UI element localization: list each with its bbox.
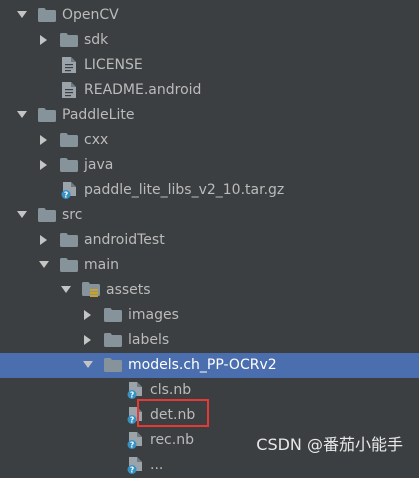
- unknown-file-icon: ?: [60, 181, 78, 199]
- tree-row[interactable]: ? paddle_lite_libs_v2_10.tar.gz: [0, 178, 419, 203]
- tree-item-label: assets: [106, 282, 151, 298]
- svg-text:?: ?: [130, 415, 134, 424]
- expand-arrow-right-icon[interactable]: [39, 235, 49, 245]
- folder-icon: [60, 257, 78, 273]
- expand-arrow-down-icon[interactable]: [17, 10, 27, 20]
- tree-item-label: java: [84, 157, 114, 173]
- folder-icon: [60, 157, 78, 173]
- unknown-file-icon: ?: [126, 456, 144, 474]
- tree-row[interactable]: java: [0, 153, 419, 178]
- expand-arrow-right-icon[interactable]: [39, 160, 49, 170]
- tree-item-label: LICENSE: [84, 57, 143, 73]
- tree-row[interactable]: sdk: [0, 28, 419, 53]
- folder-icon: [38, 207, 56, 223]
- tree-item-label: cxx: [84, 132, 109, 148]
- tree-item-label: sdk: [84, 32, 109, 48]
- folder-icon: [38, 107, 56, 123]
- text-file-icon: [60, 57, 78, 73]
- tree-row[interactable]: ? cls.nb: [0, 378, 419, 403]
- folder-icon: [60, 232, 78, 248]
- expand-arrow-down-icon[interactable]: [61, 285, 71, 295]
- svg-text:?: ?: [130, 440, 134, 449]
- folder-icon: [38, 7, 56, 23]
- svg-text:?: ?: [64, 190, 68, 199]
- tree-item-label: rec.nb: [150, 432, 194, 448]
- expand-arrow-down-icon[interactable]: [83, 360, 93, 370]
- tree-item-label: models.ch_PP-OCRv2: [128, 357, 277, 373]
- svg-text:?: ?: [130, 390, 134, 399]
- expand-arrow-right-icon[interactable]: [39, 35, 49, 45]
- tree-item-label: androidTest: [84, 232, 165, 248]
- tree-item-label: src: [62, 207, 83, 223]
- watermark: CSDN @番茄小能手: [256, 435, 403, 454]
- expand-arrow-right-icon[interactable]: [83, 335, 93, 345]
- assets-folder-icon: [82, 282, 100, 298]
- tree-item-label: paddle_lite_libs_v2_10.tar.gz: [84, 182, 285, 198]
- unknown-file-icon: ?: [126, 431, 144, 449]
- expand-arrow-right-icon[interactable]: [83, 310, 93, 320]
- expand-arrow-down-icon[interactable]: [17, 110, 27, 120]
- folder-icon: [104, 307, 122, 323]
- tree-row[interactable]: images: [0, 303, 419, 328]
- svg-text:?: ?: [130, 465, 134, 474]
- tree-item-label: OpenCV: [62, 7, 119, 23]
- unknown-file-icon: ?: [126, 381, 144, 399]
- tree-row[interactable]: main: [0, 253, 419, 278]
- tree-item-label: README.android: [84, 82, 202, 98]
- tree-row[interactable]: OpenCV: [0, 3, 419, 28]
- expand-arrow-down-icon[interactable]: [17, 210, 27, 220]
- folder-icon: [104, 357, 122, 373]
- expand-arrow-down-icon[interactable]: [39, 260, 49, 270]
- folder-icon: [60, 32, 78, 48]
- tree-item-label: PaddleLite: [62, 107, 135, 123]
- tree-item-label: main: [84, 257, 119, 273]
- tree-row[interactable]: src: [0, 203, 419, 228]
- tree-row[interactable]: androidTest: [0, 228, 419, 253]
- text-file-icon: [60, 82, 78, 98]
- tree-row[interactable]: assets: [0, 278, 419, 303]
- tree-row[interactable]: PaddleLite: [0, 103, 419, 128]
- highlight-box: [137, 399, 209, 427]
- tree-item-label: ...: [150, 457, 164, 473]
- expand-arrow-right-icon[interactable]: [39, 135, 49, 145]
- tree-row[interactable]: models.ch_PP-OCRv2: [0, 353, 419, 378]
- folder-icon: [60, 132, 78, 148]
- tree-row[interactable]: labels: [0, 328, 419, 353]
- tree-row[interactable]: LICENSE: [0, 53, 419, 78]
- tree-row[interactable]: ? det.nb: [0, 403, 419, 428]
- folder-icon: [104, 332, 122, 348]
- tree-item-label: labels: [128, 332, 170, 348]
- tree-row[interactable]: ?...: [0, 453, 419, 478]
- tree-row[interactable]: README.android: [0, 78, 419, 103]
- tree-row[interactable]: cxx: [0, 128, 419, 153]
- tree-item-label: images: [128, 307, 179, 323]
